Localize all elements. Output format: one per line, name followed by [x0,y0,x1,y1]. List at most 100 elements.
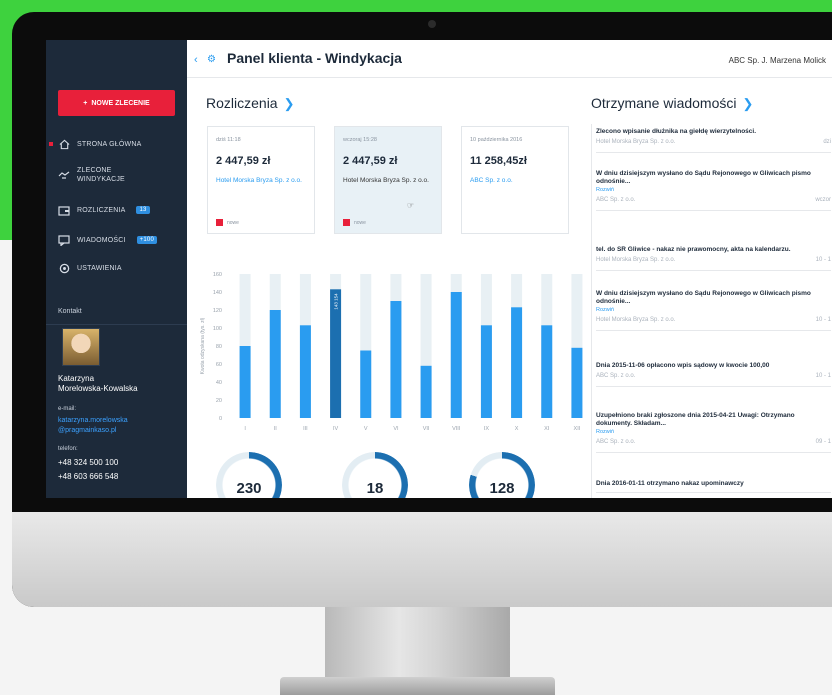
message-text: tel. do SR Gliwice - nakaz nie prawomocn… [596,246,791,253]
hand-cursor-icon: ☞ [407,201,415,210]
sidebar-item-label: USTAWIENIA [77,264,122,272]
sidebar-item-messages[interactable]: WIADOMOŚCI +100 [58,234,157,246]
settlements-title[interactable]: Rozliczenia ❯ [206,95,295,112]
settlement-card[interactable]: wczoraj 15:28 2 447,59 zł Hotel Morska B… [334,126,442,234]
x-tick-label: XI [544,426,550,432]
camera-dot [428,20,436,28]
x-tick-label: XII [574,426,581,432]
chevron-right-icon: ❯ [742,96,754,111]
gear-icon[interactable]: ⚙ [207,54,219,66]
contact-name: Katarzyna Morelowska-Kowalska [58,374,138,394]
x-tick-label: I [244,426,246,432]
list-item[interactable]: Dnia 2016-01-11 otrzymano nakaz upominaw… [596,480,831,493]
monitor-stand [325,607,510,677]
bar-data-label: 143 154 [334,293,339,310]
messages-list: Zlecono wpisanie dłużnika na giełdę wier… [591,124,832,498]
donut-value: 128 [489,480,515,497]
message-date: wczor [815,197,831,203]
card-date: 10 października 2016 [470,137,523,143]
y-tick-label: 100 [213,326,222,332]
message-text: W dniu dzisiejszym wysłano do Sądu Rejon… [596,170,811,185]
bar-I [239,346,251,418]
bar-VII [420,365,432,418]
message-text: Zlecono wpisanie dłużnika na giełdę wier… [596,128,757,135]
status-badge: nowe [216,219,239,226]
y-tick-label: 80 [216,344,222,350]
messages-badge: +100 [136,236,157,244]
x-tick-label: VII [423,426,430,432]
status-badge: nowe [343,219,366,226]
list-item[interactable]: Uzupełniono braki zgłoszone dnia 2015-04… [596,412,831,453]
sidebar-item-collections[interactable]: ZLECONE WINDYKACJE [58,166,137,184]
card-company[interactable]: Hotel Morska Bryza Sp. z o.o. [343,177,437,185]
expand-link[interactable]: Rozwiń [596,306,831,314]
message-text: Dnia 2016-01-11 otrzymano nakaz upominaw… [596,480,744,487]
bar-XI [541,325,553,418]
expand-link[interactable]: Rozwiń [596,428,831,436]
list-item[interactable]: Dnia 2015-11-06 opłacono wpis sądowy w k… [596,362,831,387]
avatar [62,328,100,366]
settlement-card[interactable]: dziś 11:18 2 447,59 zł Hotel Morska Bryz… [207,126,315,234]
sidebar-item-settings[interactable]: USTAWIENIA [58,262,122,274]
x-tick-label: II [274,426,278,432]
messages-title[interactable]: Otrzymane wiadomości ❯ [591,95,753,112]
card-company[interactable]: Hotel Morska Bryza Sp. z o.o. [216,177,310,185]
monitor-chin [12,512,832,607]
card-company[interactable]: ABC Sp. z o.o. [470,177,564,185]
y-tick-label: 40 [216,380,222,386]
y-tick-label: 160 [213,272,222,278]
message-company: Hotel Morska Bryza Sp. z o.o. [596,139,676,145]
bar-IX [480,325,492,418]
sidebar: + NOWE ZLECENIE STRONA GŁÓWNA ZLECONE WI… [46,40,187,498]
y-tick-label: 0 [219,416,222,422]
new-order-button[interactable]: + NOWE ZLECENIE [58,90,175,116]
message-date: 10 - 1 [815,257,831,263]
monthly-bar-chart: Kwota odzyskana (tys. zł) 0 20 40 60 80 100 120… [200,272,583,432]
x-tick-label: V [364,426,368,432]
sidebar-item-settlements[interactable]: ROZLICZENIA 13 [58,204,150,216]
message-text: W dniu dzisiejszym wysłano do Sądu Rejon… [596,290,811,305]
y-tick-label: 120 [213,308,222,314]
list-item[interactable]: Zlecono wpisanie dłużnika na giełdę wier… [596,128,831,153]
message-company: ABC Sp. z o.o. [596,373,636,379]
handshake-icon [58,169,70,181]
new-order-label: NOWE ZLECENIE [91,99,150,107]
settlement-card[interactable]: 10 października 2016 11 258,45zł ABC Sp.… [461,126,569,234]
contact-title: Kontakt [58,308,82,315]
card-date: dziś 11:18 [216,137,241,143]
plus-icon: + [83,99,88,107]
list-item[interactable]: W dniu dzisiejszym wysłano do Sądu Rejon… [596,290,831,331]
user-name[interactable]: ABC Sp. J. Marzena Molick [729,56,826,65]
email-line: @pragmainkaso.pl [58,427,117,434]
contact-email-link[interactable]: katarzyna.morelowska @pragmainkaso.pl [58,416,128,436]
bar-VIII [450,292,462,418]
divider [46,324,187,325]
x-tick-label: VI [393,426,399,432]
y-tick-label: 20 [216,398,222,404]
sidebar-item-label: WIADOMOŚCI [77,236,126,244]
sidebar-item-home[interactable]: STRONA GŁÓWNA [49,138,142,150]
x-tick-label: X [515,426,519,432]
settlements-title-text: Rozliczenia [206,95,278,111]
top-header: ‹ ⚙ Panel klienta - Windykacja ABC Sp. J… [187,40,832,78]
message-date: 10 - 1 [815,373,831,379]
card-amount: 11 258,45zł [470,155,527,167]
message-meta: ABC Sp. z o.o. 10 - 1 [596,370,831,382]
message-text: Dnia 2015-11-06 opłacono wpis sądowy w k… [596,362,770,369]
bar-III [299,325,311,418]
bar-V [360,350,372,418]
message-text: Uzupełniono braki zgłoszone dnia 2015-04… [596,412,795,427]
sidebar-item-label: STRONA GŁÓWNA [77,140,142,148]
message-meta: ABC Sp. z o.o. wczor [596,194,831,206]
phone-label: telefon: [58,446,78,452]
message-meta: ABC Sp. z o.o. 09 - 1 [596,436,831,448]
list-item[interactable]: W dniu dzisiejszym wysłano do Sądu Rejon… [596,170,831,211]
list-item[interactable]: tel. do SR Gliwice - nakaz nie prawomocn… [596,246,831,271]
sidebar-item-label: ZLECONE WINDYKACJE [77,167,125,183]
card-amount: 2 447,59 zł [216,155,271,167]
email-label: e-mail: [58,406,77,412]
card-date: wczoraj 15:28 [343,137,377,143]
monitor-base [280,677,555,695]
back-arrow-icon[interactable]: ‹ [194,54,204,66]
expand-link[interactable]: Rozwiń [596,186,831,194]
